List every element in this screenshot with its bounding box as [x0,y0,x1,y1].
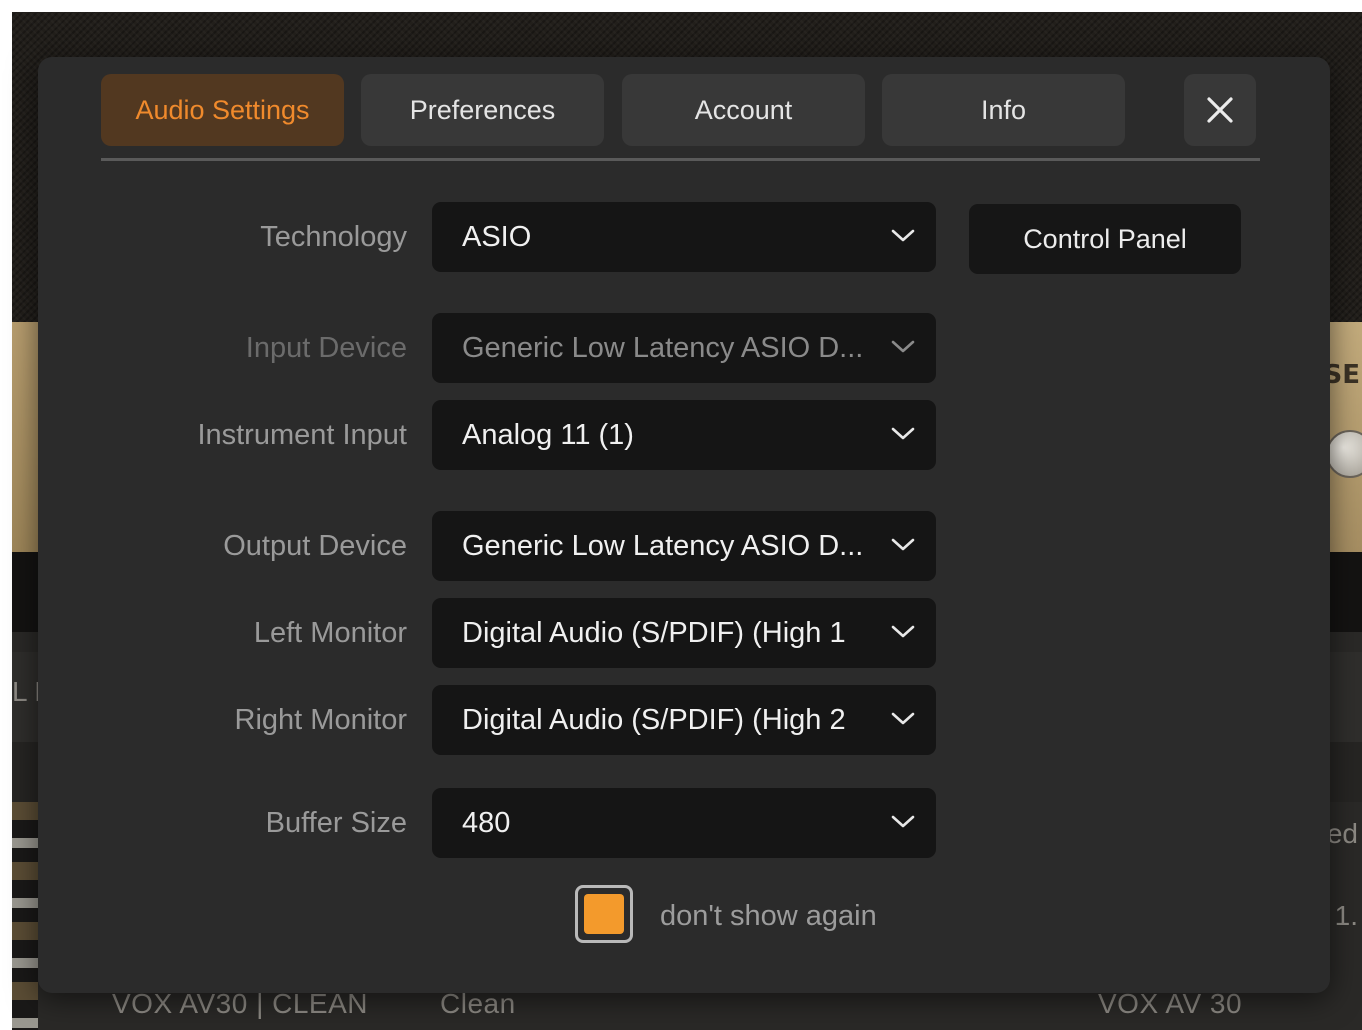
chevron-down-icon [891,625,915,638]
right-monitor-label: Right Monitor [234,704,407,736]
input-device-select: Generic Low Latency ASIO D... [432,313,936,383]
left-monitor-value: Digital Audio (S/PDIF) (High 1 [462,617,846,649]
dont-show-again-label[interactable]: don't show again [660,891,877,941]
settings-tabs: Audio Settings Preferences Account Info [101,74,1261,146]
settings-dialog: Audio Settings Preferences Account Info … [38,57,1330,993]
right-monitor-select[interactable]: Digital Audio (S/PDIF) (High 2 [432,685,936,755]
background-side-text: 1. [1334,900,1358,931]
input-device-label: Input Device [245,332,407,364]
chevron-down-icon [891,538,915,551]
buffer-size-value: 480 [462,807,511,839]
buffer-size-label: Buffer Size [265,807,407,839]
chevron-down-icon [891,815,915,828]
tab-preferences[interactable]: Preferences [361,74,604,146]
background-thumbnails [12,802,38,1030]
technology-select[interactable]: ASIO [432,202,936,272]
close-button[interactable] [1184,74,1256,146]
buffer-size-select[interactable]: 480 [432,788,936,858]
right-monitor-value: Digital Audio (S/PDIF) (High 2 [462,704,846,736]
chevron-down-icon [891,427,915,440]
tab-info[interactable]: Info [882,74,1125,146]
instrument-input-select[interactable]: Analog 11 (1) [432,400,936,470]
technology-label: Technology [260,221,407,253]
output-device-value: Generic Low Latency ASIO D... [462,530,864,562]
instrument-input-label: Instrument Input [197,419,407,451]
dont-show-again-checkbox[interactable] [575,885,633,943]
tab-audio-settings[interactable]: Audio Settings [101,74,344,146]
chevron-down-icon [891,340,915,353]
output-device-label: Output Device [223,530,407,562]
close-icon [1207,97,1233,123]
tab-account[interactable]: Account [622,74,865,146]
chevron-down-icon [891,229,915,242]
instrument-input-value: Analog 11 (1) [462,419,634,451]
output-device-select[interactable]: Generic Low Latency ASIO D... [432,511,936,581]
left-monitor-select[interactable]: Digital Audio (S/PDIF) (High 1 [432,598,936,668]
chevron-down-icon [891,712,915,725]
left-monitor-label: Left Monitor [253,617,407,649]
background-side-text: ed [1326,818,1358,849]
checkbox-checked-fill [584,894,624,934]
technology-value: ASIO [462,221,532,253]
control-panel-button[interactable]: Control Panel [969,204,1241,274]
tab-divider [101,158,1260,161]
input-device-value: Generic Low Latency ASIO D... [462,332,864,364]
